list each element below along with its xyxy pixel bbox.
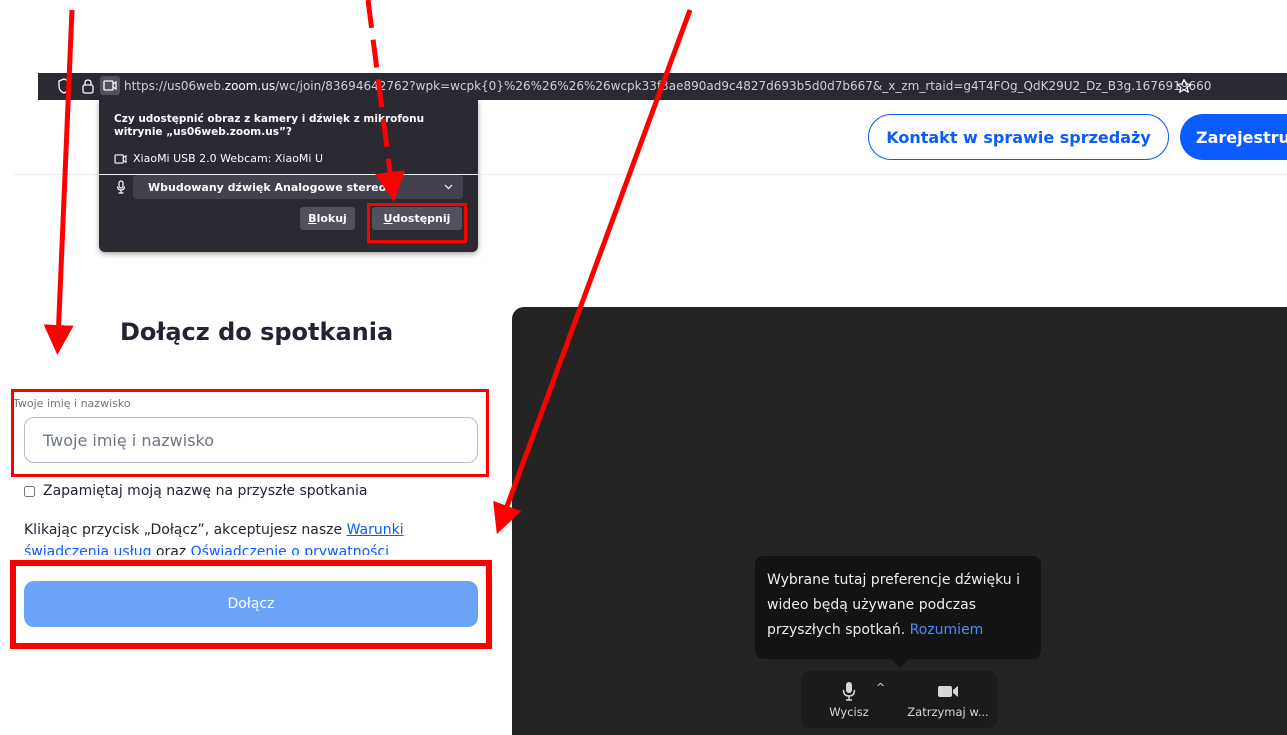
arrow-to-title — [43, 9, 75, 355]
arrow-to-share-button — [365, 0, 405, 202]
annotation-arrows — [43, 0, 693, 535]
arrow-to-join-button — [493, 9, 693, 535]
